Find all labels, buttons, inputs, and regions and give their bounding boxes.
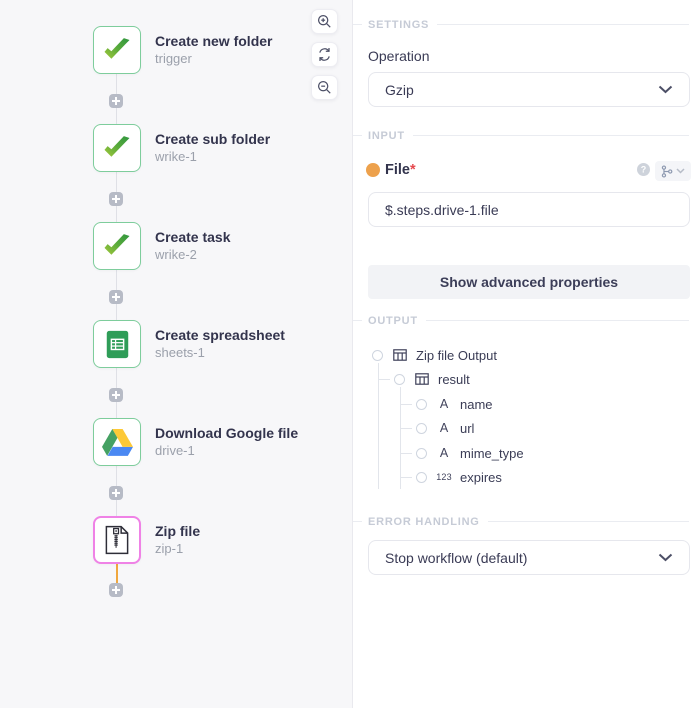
add-step-button[interactable] <box>109 94 123 108</box>
error-handling-value: Stop workflow (default) <box>385 550 527 566</box>
required-asterisk: * <box>410 162 416 178</box>
input-section-header: INPUT <box>353 129 689 142</box>
string-type-icon: A <box>435 397 453 411</box>
operation-select[interactable]: Gzip <box>368 72 690 107</box>
tree-node-label[interactable]: name <box>460 397 493 412</box>
wrike-check-icon <box>102 135 132 161</box>
add-step-button[interactable] <box>109 388 123 402</box>
wrike-check-icon <box>102 37 132 63</box>
tree-radio[interactable] <box>416 423 427 434</box>
number-type-icon: 123 <box>435 472 453 482</box>
add-step-button[interactable] <box>109 486 123 500</box>
workflow-step-create-task[interactable]: Create task wrike-2 <box>93 222 345 270</box>
output-tree-row: Zip file Output <box>353 343 700 367</box>
error-handling-header-label: ERROR HANDLING <box>368 516 480 528</box>
output-tree-row: A url <box>353 416 700 440</box>
svg-text:?: ? <box>641 165 647 175</box>
output-tree-row: A mime_type <box>353 441 700 465</box>
step-subtitle: wrike-2 <box>155 247 345 263</box>
zoom-in-icon <box>317 14 332 29</box>
step-title: Create task <box>155 229 345 246</box>
object-type-icon <box>413 373 431 385</box>
step-subtitle: sheets-1 <box>155 345 345 361</box>
operation-value: Gzip <box>385 82 414 98</box>
step-title: Create sub folder <box>155 131 345 148</box>
step-connector-line-active <box>116 564 118 583</box>
chevron-down-icon <box>676 168 685 174</box>
file-field-label: File* <box>385 162 416 178</box>
string-type-icon: A <box>435 446 453 460</box>
error-handling-section-header: ERROR HANDLING <box>353 515 689 528</box>
step-subtitle: drive-1 <box>155 443 345 459</box>
output-tree-row: A name <box>353 392 700 416</box>
file-input-value: $.steps.drive-1.file <box>385 202 499 218</box>
workflow-canvas[interactable]: Create new folder trigger Create sub fol… <box>0 0 353 708</box>
tree-radio[interactable] <box>416 448 427 459</box>
file-input-field[interactable]: $.steps.drive-1.file <box>368 192 690 227</box>
output-section-header: OUTPUT <box>353 314 689 327</box>
chevron-down-icon <box>658 85 673 94</box>
tree-node-label[interactable]: expires <box>460 470 502 485</box>
tree-radio[interactable] <box>372 350 383 361</box>
step-subtitle: zip-1 <box>155 541 345 557</box>
tree-node-label[interactable]: result <box>438 372 470 387</box>
workflow-step-create-spreadsheet[interactable]: Create spreadsheet sheets-1 <box>93 320 345 368</box>
workflow-step-create-new-folder[interactable]: Create new folder trigger <box>93 26 345 74</box>
tree-node-label[interactable]: url <box>460 421 474 436</box>
field-mapping-button[interactable] <box>655 161 691 181</box>
branch-mapping-icon <box>661 165 673 178</box>
step-icon-box-selected[interactable] <box>93 516 141 564</box>
tree-radio[interactable] <box>394 374 405 385</box>
zoom-in-button[interactable] <box>311 9 338 34</box>
output-header-label: OUTPUT <box>368 315 418 327</box>
reset-view-button[interactable] <box>311 42 338 67</box>
step-title: Download Google file <box>155 425 345 442</box>
refresh-icon <box>317 47 332 62</box>
step-icon-box[interactable] <box>93 418 141 466</box>
step-icon-box[interactable] <box>93 222 141 270</box>
tree-radio[interactable] <box>416 399 427 410</box>
operation-label: Operation <box>368 48 429 64</box>
show-advanced-properties-button[interactable]: Show advanced properties <box>368 265 690 299</box>
settings-section-header: SETTINGS <box>353 18 689 31</box>
add-step-button[interactable] <box>109 192 123 206</box>
tree-radio[interactable] <box>416 472 427 483</box>
step-icon-box[interactable] <box>93 124 141 172</box>
object-type-icon <box>391 349 409 361</box>
workflow-step-zip-file[interactable]: Zip file zip-1 <box>93 516 345 564</box>
step-title: Create spreadsheet <box>155 327 345 344</box>
workflow-step-download-google-file[interactable]: Download Google file drive-1 <box>93 418 345 466</box>
wrike-check-icon <box>102 233 132 259</box>
zoom-out-button[interactable] <box>311 75 338 100</box>
settings-header-label: SETTINGS <box>368 19 429 31</box>
google-sheets-icon <box>106 330 129 359</box>
output-tree-row: result <box>353 367 700 391</box>
string-type-icon: A <box>435 421 453 435</box>
zip-file-icon <box>105 525 129 555</box>
file-label-text: File <box>385 162 410 178</box>
error-handling-select[interactable]: Stop workflow (default) <box>368 540 690 575</box>
zoom-out-icon <box>317 80 332 95</box>
step-icon-box[interactable] <box>93 26 141 74</box>
tree-node-label[interactable]: Zip file Output <box>416 348 497 363</box>
step-title: Zip file <box>155 523 345 540</box>
google-drive-icon <box>102 429 133 456</box>
step-subtitle: wrike-1 <box>155 149 345 165</box>
chevron-down-icon <box>658 553 673 562</box>
output-tree-row: 123 expires <box>353 465 700 489</box>
step-config-panel: SETTINGS Operation Gzip INPUT File* ? <box>353 0 700 708</box>
help-icon[interactable]: ? <box>637 163 650 176</box>
add-step-button[interactable] <box>109 583 123 597</box>
workflow-step-create-sub-folder[interactable]: Create sub folder wrike-1 <box>93 124 345 172</box>
add-step-button[interactable] <box>109 290 123 304</box>
field-status-dot <box>366 163 380 177</box>
tree-node-label[interactable]: mime_type <box>460 446 524 461</box>
input-header-label: INPUT <box>368 130 405 142</box>
step-icon-box[interactable] <box>93 320 141 368</box>
